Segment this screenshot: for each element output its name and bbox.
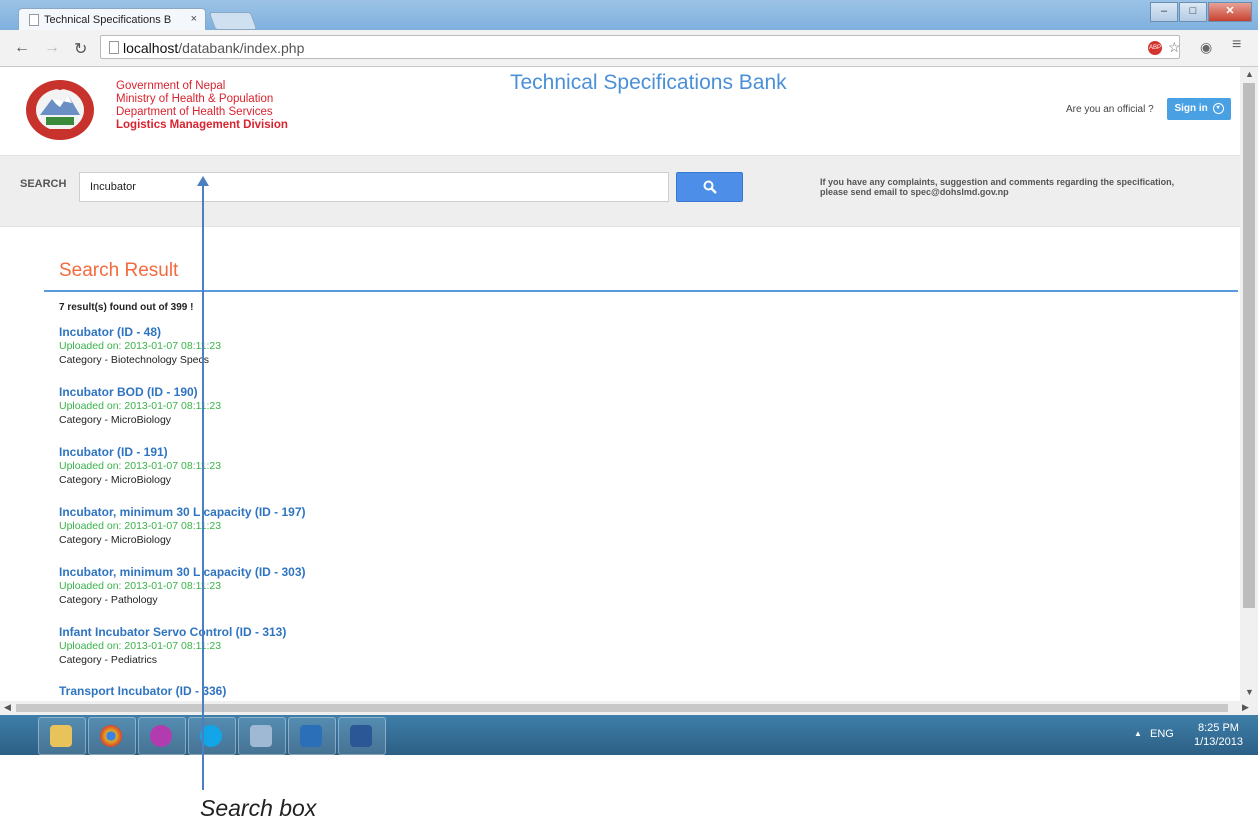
gov-line: Department of Health Services <box>116 106 273 118</box>
gov-line: Ministry of Health & Population <box>116 93 274 105</box>
page-icon <box>109 41 119 54</box>
clock-date: 1/13/2013 <box>1194 736 1243 748</box>
tab-close-icon[interactable]: × <box>191 13 197 25</box>
result-upload-date: Uploaded on: 2013-01-07 08:11:23 <box>59 580 222 592</box>
window-controls: – □ ✕ <box>1150 2 1252 22</box>
address-bar[interactable]: localhost/databank/index.php <box>100 35 1180 59</box>
gov-line: Logistics Management Division <box>116 119 288 131</box>
search-button[interactable] <box>676 172 743 202</box>
result-category: Category - Pediatrics <box>59 654 158 666</box>
star-icon[interactable]: ☆ <box>1168 39 1181 56</box>
virtualbox-taskbar-button[interactable] <box>238 717 286 755</box>
scroll-right-icon[interactable]: ▶ <box>1242 702 1249 713</box>
scrollbar-thumb[interactable] <box>16 704 1228 712</box>
address-url: localhost/databank/index.php <box>123 40 305 56</box>
results-heading: Search Result <box>59 260 179 281</box>
clock-time: 8:25 PM <box>1197 722 1239 734</box>
list-item: Incubator (ID - 191) Uploaded on: 2013-0… <box>59 445 221 488</box>
result-title-link[interactable]: Incubator, minimum 30 L capacity (ID - 1… <box>59 505 306 520</box>
search-input[interactable] <box>79 172 669 202</box>
government-lines: Government of Nepal Ministry of Health &… <box>116 80 288 132</box>
browser-titlebar: Technical Specifications B × – □ ✕ <box>0 0 1258 30</box>
annotation-arrowhead <box>197 176 209 186</box>
close-icon[interactable]: ✕ <box>1208 2 1252 22</box>
back-icon[interactable]: ← <box>14 39 30 57</box>
list-item: Incubator, minimum 30 L capacity (ID - 1… <box>59 505 306 548</box>
site-header: Government of Nepal Ministry of Health &… <box>0 67 1240 155</box>
list-item: Incubator BOD (ID - 190) Uploaded on: 20… <box>59 385 221 428</box>
search-label: SEARCH <box>20 178 67 190</box>
adblock-icon[interactable]: ABP <box>1148 41 1162 55</box>
list-item: Incubator (ID - 48) Uploaded on: 2013-01… <box>59 325 221 368</box>
maximize-icon[interactable]: □ <box>1179 2 1207 22</box>
scroll-left-icon[interactable]: ◀ <box>4 702 11 713</box>
explorer-taskbar-button[interactable] <box>38 717 86 755</box>
eye-extension-icon[interactable]: ◉ <box>1200 39 1212 56</box>
tab-title: Technical Specifications B <box>44 13 172 26</box>
search-icon <box>703 180 717 194</box>
nepal-emblem-icon <box>26 80 94 140</box>
result-title-link[interactable]: Incubator (ID - 48) <box>59 325 221 340</box>
divider <box>44 290 1238 292</box>
result-category: Category - MicroBiology <box>59 414 172 426</box>
outlook-icon <box>300 725 322 747</box>
result-upload-date: Uploaded on: 2013-01-07 08:11:23 <box>59 520 222 532</box>
horizontal-scrollbar[interactable]: ◀ ▶ <box>0 701 1258 715</box>
browser-tab[interactable]: Technical Specifications B × <box>18 8 206 30</box>
list-item: Infant Incubator Servo Control (ID - 313… <box>59 625 286 668</box>
page-title: Technical Specifications Bank <box>510 71 787 94</box>
result-upload-date: Uploaded on: 2013-01-07 08:11:23 <box>59 640 222 652</box>
minimize-icon[interactable]: – <box>1150 2 1178 22</box>
result-upload-date: Uploaded on: 2013-01-07 08:11:23 <box>59 400 222 412</box>
system-tray: ▲ ENG 8:25 PM 1/13/2013 <box>1128 715 1258 755</box>
word-taskbar-button[interactable] <box>338 717 386 755</box>
box-icon <box>250 725 272 747</box>
menu-icon[interactable]: ≡ <box>1232 36 1241 54</box>
result-upload-date: Uploaded on: 2013-01-07 08:11:23 <box>59 460 222 472</box>
scroll-up-icon[interactable]: ▲ <box>1245 69 1254 79</box>
feedback-note: If you have any complaints, suggestion a… <box>820 177 1175 197</box>
windows-taskbar: ▲ ENG 8:25 PM 1/13/2013 <box>0 715 1258 755</box>
chrome-icon <box>100 725 122 747</box>
page-content: Government of Nepal Ministry of Health &… <box>0 67 1240 701</box>
result-upload-date: Uploaded on: 2013-01-07 08:11:23 <box>59 340 222 352</box>
skype-taskbar-button[interactable] <box>188 717 236 755</box>
tray-expand-icon[interactable]: ▲ <box>1134 729 1142 738</box>
reload-icon[interactable]: ↻ <box>74 39 87 59</box>
language-indicator[interactable]: ENG <box>1150 728 1174 740</box>
annotation-pointer <box>202 184 204 790</box>
outlook-taskbar-button[interactable] <box>288 717 336 755</box>
result-title-link[interactable]: Incubator (ID - 191) <box>59 445 221 460</box>
result-title-link[interactable]: Incubator BOD (ID - 190) <box>59 385 221 400</box>
folder-icon <box>50 725 72 747</box>
app-icon <box>150 725 172 747</box>
browser-toolbar: ← → ↻ localhost/databank/index.php ABP ☆… <box>0 30 1258 67</box>
official-prompt: Are you an official ? <box>1066 104 1154 115</box>
chrome-taskbar-button[interactable] <box>88 717 136 755</box>
search-bar: SEARCH If you have any complaints, sugge… <box>0 155 1240 227</box>
result-title-link[interactable]: Infant Incubator Servo Control (ID - 313… <box>59 625 286 640</box>
new-tab-button[interactable] <box>208 12 258 30</box>
result-category: Category - Pathology <box>59 594 158 606</box>
annotation-area <box>0 755 1258 831</box>
page-icon <box>29 13 39 26</box>
scrollbar-thumb[interactable] <box>1243 83 1255 608</box>
forward-icon[interactable]: → <box>44 39 60 57</box>
result-title-link[interactable]: Incubator, minimum 30 L capacity (ID - 3… <box>59 565 306 580</box>
scroll-down-icon[interactable]: ▼ <box>1245 687 1254 697</box>
app-taskbar-button[interactable] <box>138 717 186 755</box>
chevron-down-icon: ▾ <box>1212 102 1224 114</box>
list-item: Incubator, minimum 30 L capacity (ID - 3… <box>59 565 306 608</box>
word-icon <box>350 725 372 747</box>
vertical-scrollbar[interactable]: ▲ ▼ <box>1240 67 1258 701</box>
sign-in-button[interactable]: Sign in ▾ <box>1167 98 1231 120</box>
gov-line: Government of Nepal <box>116 80 226 92</box>
result-category: Category - MicroBiology <box>59 534 172 546</box>
results-count: 7 result(s) found out of 399 ! <box>59 302 194 313</box>
clock[interactable]: 8:25 PM 1/13/2013 <box>1194 721 1243 749</box>
sign-in-label: Sign in <box>1174 103 1208 114</box>
annotation-caption: Search box <box>200 795 317 821</box>
result-category: Category - Biotechnology Specs <box>59 354 209 366</box>
result-category: Category - MicroBiology <box>59 474 172 486</box>
